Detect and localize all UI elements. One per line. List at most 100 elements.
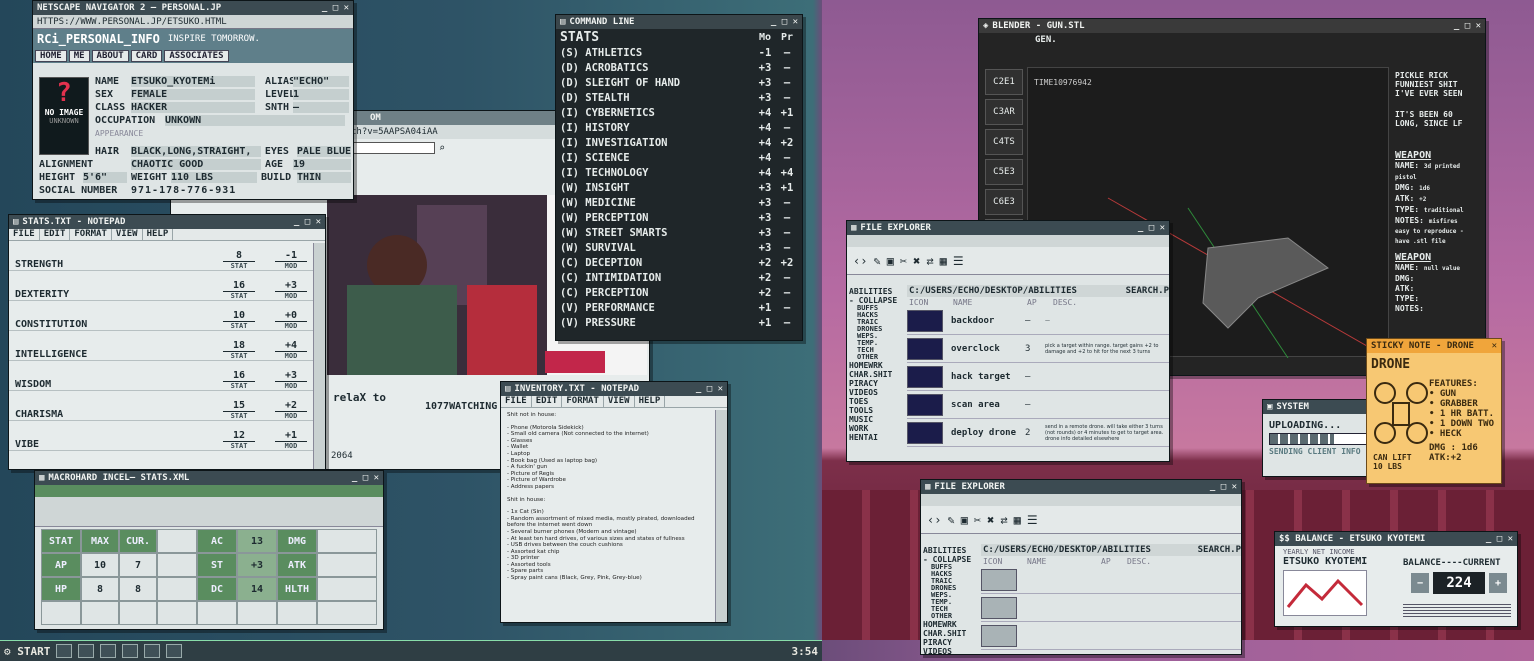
- browser-url[interactable]: ch?v=5AAPSA04iAA: [351, 127, 438, 137]
- folder-item[interactable]: TOOLS: [849, 406, 905, 415]
- folder-item[interactable]: OTHER: [923, 613, 979, 620]
- path-field[interactable]: C:/USERS/ECHO/DESKTOP/ABILITIES: [983, 545, 1151, 555]
- delete-icon[interactable]: ✖: [913, 254, 920, 268]
- sheet-cell[interactable]: ST: [197, 553, 237, 577]
- sheet-cell[interactable]: HLTH: [277, 577, 317, 601]
- sheet-cell[interactable]: 13: [237, 529, 277, 553]
- folder-item[interactable]: VIDEOS: [923, 647, 979, 654]
- sheet-cell[interactable]: 14: [237, 577, 277, 601]
- folder-icon[interactable]: ▦: [940, 254, 947, 268]
- menu-format[interactable]: FORMAT: [562, 396, 604, 407]
- menu-format[interactable]: FORMAT: [70, 229, 112, 240]
- col-ap[interactable]: AP: [1027, 298, 1053, 307]
- sheet-cell[interactable]: 8: [81, 577, 119, 601]
- blender-side-button[interactable]: C2E1: [985, 69, 1023, 95]
- sheet-cell[interactable]: DMG: [277, 529, 317, 553]
- sheet-cell[interactable]: DC: [197, 577, 237, 601]
- taskbar-app[interactable]: [100, 644, 117, 658]
- menu-help[interactable]: HELP: [143, 229, 174, 240]
- window-controls[interactable]: _ □ ✕: [294, 217, 321, 227]
- sheet-cell[interactable]: [197, 601, 237, 625]
- sheet-cell[interactable]: [119, 601, 157, 625]
- sheet-cell[interactable]: HP: [41, 577, 81, 601]
- folder-item[interactable]: ABILITIES: [923, 546, 979, 555]
- command-line-window[interactable]: ▤ COMMAND LINE _ □ ✕ STATS Mo Pr (S) ATHLE…: [555, 14, 803, 341]
- folder-item[interactable]: HENTAI: [849, 433, 905, 442]
- blender-side-button[interactable]: C3AR: [985, 99, 1023, 125]
- menu-help[interactable]: HELP: [635, 396, 666, 407]
- navigator-window[interactable]: NETSCAPE NAVIGATOR 2 — PERSONAL.JP _ □ ✕ …: [32, 0, 354, 200]
- sheet-header[interactable]: STAT: [41, 529, 81, 553]
- file-explorer-window-2[interactable]: ▦ FILE EXPLORER _ □ ✕ ‹› ✎ ▣ ✂ ✖ ⇄ ▦ ☰ ABILITIES -…: [920, 479, 1242, 655]
- view-icon[interactable]: ☰: [953, 254, 964, 268]
- video-thumb[interactable]: [545, 351, 605, 373]
- taskbar-app[interactable]: [122, 644, 139, 658]
- folder-item[interactable]: HOMEWRK: [849, 361, 905, 370]
- balance-window[interactable]: $$ BALANCE - ETSUKO KYOTEMI _ □ ✕ YEARLY …: [1274, 531, 1518, 627]
- ability-row[interactable]: hack target —: [907, 363, 1169, 391]
- inventory-notepad-window[interactable]: ▤ INVENTORY.TXT - NOTEPAD _ □ ✕ FILE EDIT FO…: [500, 381, 728, 623]
- folder-item[interactable]: PIRACY: [849, 379, 905, 388]
- menu-file[interactable]: FILE: [501, 396, 532, 407]
- path-field[interactable]: C:/USERS/ECHO/DESKTOP/ABILITIES: [909, 286, 1077, 296]
- sheet-cell[interactable]: [277, 601, 317, 625]
- file-row[interactable]: [981, 566, 1241, 594]
- sheet-cell[interactable]: [157, 577, 197, 601]
- rename-icon[interactable]: ⇄: [926, 254, 933, 268]
- sheet-cell[interactable]: [41, 601, 81, 625]
- ability-row[interactable]: deploy drone 2 send in a remote drone. wil…: [907, 419, 1169, 447]
- folder-item[interactable]: HOMEWRK: [923, 620, 979, 629]
- decrement-button[interactable]: −: [1411, 573, 1429, 593]
- search-field[interactable]: SEARCH.P: [1198, 545, 1241, 555]
- sheet-cell[interactable]: [81, 601, 119, 625]
- rename-icon[interactable]: ⇄: [1000, 513, 1007, 527]
- spreadsheet-window[interactable]: ▦ MACROHARD INCEL— STATS.XML _ □ ✕ STAT MA…: [34, 470, 384, 630]
- copy-icon[interactable]: ▣: [961, 513, 968, 527]
- sheet-cell[interactable]: [157, 601, 197, 625]
- pin-icon[interactable]: ✎: [947, 513, 954, 527]
- window-controls[interactable]: _ □ ✕: [771, 17, 798, 27]
- back-icon[interactable]: ‹›: [853, 254, 867, 268]
- scrollbar[interactable]: [715, 410, 727, 622]
- sheet-cell[interactable]: 10: [81, 553, 119, 577]
- sheet-cell[interactable]: [237, 601, 277, 625]
- sheet-cell[interactable]: [157, 553, 197, 577]
- file-row[interactable]: [981, 594, 1241, 622]
- sheet-cell[interactable]: 7: [119, 553, 157, 577]
- folder-item[interactable]: OTHER: [849, 354, 905, 361]
- nav-associates[interactable]: ASSOCIATES: [164, 50, 229, 62]
- sheet-cell[interactable]: [317, 529, 377, 553]
- taskbar-app[interactable]: [56, 644, 73, 658]
- ability-row[interactable]: overclock 3 pick a target within range. ta…: [907, 335, 1169, 363]
- view-icon[interactable]: ☰: [1027, 513, 1038, 527]
- copy-icon[interactable]: ▣: [887, 254, 894, 268]
- pin-icon[interactable]: ✎: [873, 254, 880, 268]
- stats-notepad-window[interactable]: ▤ STATS.TXT - NOTEPAD _ □ ✕ FILE EDIT FORMAT…: [8, 214, 326, 470]
- folder-item[interactable]: ABILITIES: [849, 287, 905, 296]
- video-search-input[interactable]: [351, 142, 435, 154]
- close-icon[interactable]: ✕: [1492, 341, 1497, 351]
- window-controls[interactable]: _ □ ✕: [1454, 21, 1481, 31]
- sheet-header[interactable]: MAX: [81, 529, 119, 553]
- folder-item[interactable]: MUSIC: [849, 415, 905, 424]
- sheet-header[interactable]: CUR.: [119, 529, 157, 553]
- menu-view[interactable]: VIEW: [604, 396, 635, 407]
- folder-item[interactable]: WORK: [849, 424, 905, 433]
- search-icon[interactable]: ⌕: [439, 143, 445, 154]
- file-explorer-window[interactable]: ▦ FILE EXPLORER _ □ ✕ ‹› ✎ ▣ ✂ ✖ ⇄ ▦ ☰ ABILITIES -…: [846, 220, 1170, 462]
- window-controls[interactable]: _ □ ✕: [352, 473, 379, 483]
- menu-file[interactable]: FILE: [9, 229, 40, 240]
- delete-icon[interactable]: ✖: [987, 513, 994, 527]
- col-desc[interactable]: DESC.: [1127, 557, 1151, 566]
- ability-row[interactable]: scan area —: [907, 391, 1169, 419]
- sheet-cell[interactable]: [157, 529, 197, 553]
- ability-row[interactable]: backdoor — —: [907, 307, 1169, 335]
- url-field[interactable]: HTTPS://WWW.PERSONAL.JP/ETSUKO.HTML: [37, 17, 227, 27]
- sheet-cell[interactable]: [317, 577, 377, 601]
- window-controls[interactable]: _ □ ✕: [1486, 534, 1513, 544]
- file-row[interactable]: [981, 622, 1241, 650]
- nav-about[interactable]: ABOUT: [91, 50, 129, 62]
- sheet-cell[interactable]: 8: [119, 577, 157, 601]
- col-desc[interactable]: DESC.: [1053, 298, 1077, 307]
- start-button[interactable]: ⚙ START: [4, 645, 50, 658]
